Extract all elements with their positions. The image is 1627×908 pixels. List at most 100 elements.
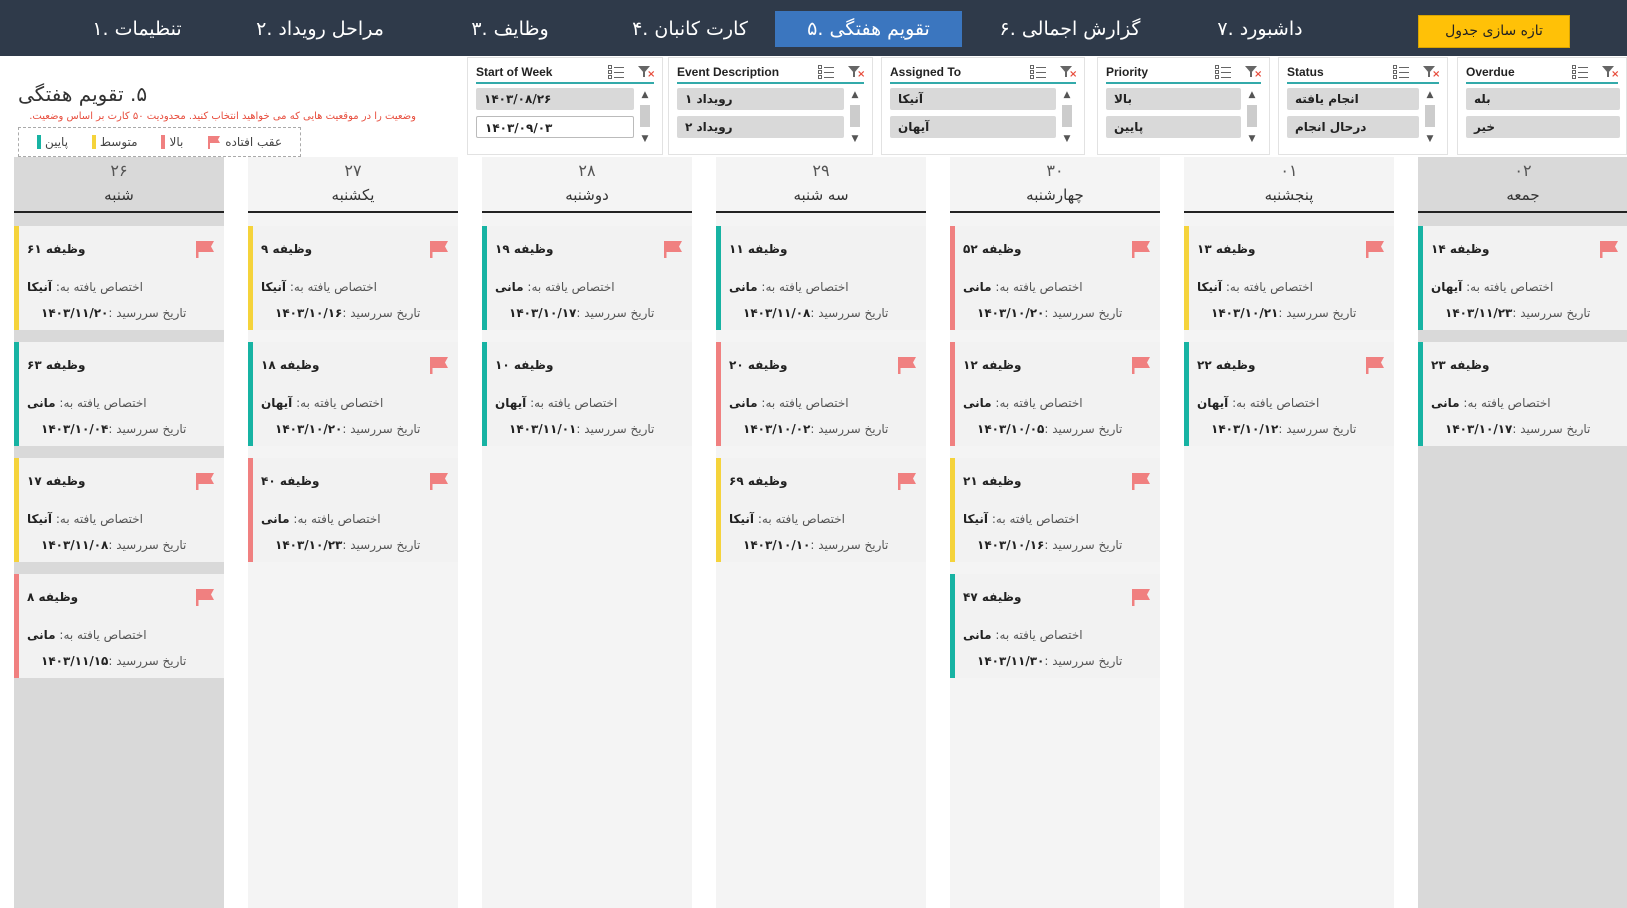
slicer-scrollbar[interactable]: ▲ ▼ [1245, 88, 1259, 146]
multi-select-icon[interactable] [1215, 65, 1231, 79]
assigned-to: اختصاص یافته به: آنیکا [1197, 280, 1313, 294]
task-title: وظیفه ۶۳ [27, 358, 86, 372]
slicer-item[interactable]: ۱۴۰۳/۰۹/۰۳ [476, 116, 634, 138]
day-column: ۲۹ سه شنبه وظیفه ۱۱ اختصاص یافته به: مانی تا… [716, 157, 926, 908]
assigned-to: اختصاص یافته به: آنیکا [261, 280, 377, 294]
task-card[interactable]: وظیفه ۱۸ اختصاص یافته به: آیهان تاریخ سررس… [248, 342, 458, 446]
scroll-thumb[interactable] [1062, 105, 1072, 127]
scroll-down-icon[interactable]: ▼ [1423, 132, 1437, 146]
task-title: وظیفه ۱۱ [729, 242, 788, 256]
scroll-thumb[interactable] [1247, 105, 1257, 127]
tab-weekly-calendar[interactable]: ۵. تقویم هفتگی [775, 11, 962, 47]
task-card[interactable]: وظیفه ۱۰ اختصاص یافته به: آیهان تاریخ سررس… [482, 342, 692, 446]
slicer-scrollbar[interactable]: ▲ ▼ [638, 88, 652, 146]
task-card[interactable]: وظیفه ۱۲ اختصاص یافته به: مانی تاریخ سررسی… [950, 342, 1160, 446]
slicer-scrollbar[interactable]: ▲ ▼ [1060, 88, 1074, 146]
due-label: تاریخ سررسید : [108, 654, 187, 668]
due-label: تاریخ سررسید : [1512, 306, 1591, 320]
assigned-label: اختصاص یافته به: [995, 628, 1083, 642]
slicer-item[interactable]: خیر [1466, 116, 1620, 138]
tab-kanban-card[interactable]: ۴. کارت کانبان [610, 11, 770, 47]
task-card[interactable]: وظیفه ۶۹ اختصاص یافته به: آنیکا تاریخ سررس… [716, 458, 926, 562]
task-card[interactable]: وظیفه ۲۰ اختصاص یافته به: مانی تاریخ سررسی… [716, 342, 926, 446]
tab-settings[interactable]: ۱. تنظیمات [62, 11, 212, 47]
legend-low: پایین [36, 135, 68, 149]
due-label: تاریخ سررسید : [342, 422, 421, 436]
flag-icon [662, 238, 684, 260]
slicer-header: Status × [1287, 62, 1440, 84]
slicer-item[interactable]: انجام یافته [1287, 88, 1419, 110]
slicer-scrollbar[interactable]: ▲ ▼ [1423, 88, 1437, 146]
task-card[interactable]: وظیفه ۱۱ اختصاص یافته به: مانی تاریخ سررسی… [716, 226, 926, 330]
slicer-item[interactable]: آیهان [890, 116, 1056, 138]
task-card[interactable]: وظیفه ۴۰ اختصاص یافته به: مانی تاریخ سررسی… [248, 458, 458, 562]
task-card[interactable]: وظیفه ۸ اختصاص یافته به: مانی تاریخ سررسید… [14, 574, 224, 678]
tab-dashboard[interactable]: ۷. داشبورد [1190, 11, 1330, 47]
task-card[interactable]: وظیفه ۱۹ اختصاص یافته به: مانی تاریخ سررسی… [482, 226, 692, 330]
slicer-priority: Priority × بالا پایین ▲ ▼ [1097, 57, 1270, 155]
multi-select-icon[interactable] [608, 65, 624, 79]
task-card[interactable]: وظیفه ۲۳ اختصاص یافته به: مانی تاریخ سررسی… [1418, 342, 1627, 446]
slicer-item[interactable]: ۱۴۰۳/۰۸/۲۶ [476, 88, 634, 110]
scroll-down-icon[interactable]: ▼ [1060, 132, 1074, 146]
task-card[interactable]: وظیفه ۶۱ اختصاص یافته به: آنیکا تاریخ سررس… [14, 226, 224, 330]
assigned-to: اختصاص یافته به: مانی [27, 628, 147, 642]
slicer-item[interactable]: رویداد ۱ [677, 88, 844, 110]
slicer-item[interactable]: پایین [1106, 116, 1241, 138]
task-card[interactable]: وظیفه ۲۱ اختصاص یافته به: آنیکا تاریخ سررس… [950, 458, 1160, 562]
task-card[interactable]: وظیفه ۴۷ اختصاص یافته به: مانی تاریخ سررسی… [950, 574, 1160, 678]
due-date: تاریخ سررسید :۱۴۰۳/۱۰/۲۰ [963, 306, 1122, 320]
slicer-item[interactable]: بالا [1106, 88, 1241, 110]
slicer-header: Assigned To × [890, 62, 1077, 84]
scroll-down-icon[interactable]: ▼ [848, 132, 862, 146]
priority-legend: عقب افتاده بالا متوسط پایین [18, 127, 301, 157]
flag-icon [1364, 354, 1386, 376]
clear-filter-icon[interactable]: × [1245, 65, 1262, 80]
slicer-item-label: انجام یافته [1295, 92, 1359, 106]
refresh-table-button[interactable]: تازه سازی جدول [1418, 15, 1570, 48]
scroll-thumb[interactable] [850, 105, 860, 127]
slicer-item[interactable]: رویداد ۲ [677, 116, 844, 138]
clear-filter-icon[interactable]: × [848, 65, 865, 80]
scroll-thumb[interactable] [1425, 105, 1435, 127]
scroll-up-icon[interactable]: ▲ [1245, 88, 1259, 102]
task-card[interactable]: وظیفه ۶۳ اختصاص یافته به: مانی تاریخ سررسی… [14, 342, 224, 446]
scroll-down-icon[interactable]: ▼ [638, 132, 652, 146]
task-card[interactable]: وظیفه ۲۲ اختصاص یافته به: آیهان تاریخ سررس… [1184, 342, 1394, 446]
scroll-up-icon[interactable]: ▲ [1060, 88, 1074, 102]
task-card[interactable]: وظیفه ۱۳ اختصاص یافته به: آنیکا تاریخ سررس… [1184, 226, 1394, 330]
scroll-thumb[interactable] [640, 105, 650, 127]
scroll-up-icon[interactable]: ▲ [1423, 88, 1437, 102]
legend-label: متوسط [99, 135, 138, 149]
multi-select-icon[interactable] [1030, 65, 1046, 79]
multi-select-icon[interactable] [1572, 65, 1588, 79]
scroll-up-icon[interactable]: ▲ [848, 88, 862, 102]
scroll-down-icon[interactable]: ▼ [1245, 132, 1259, 146]
clear-filter-icon[interactable]: × [1602, 65, 1619, 80]
slicer-item[interactable]: درحال انجام [1287, 116, 1419, 138]
task-card[interactable]: وظیفه ۱۷ اختصاص یافته به: آنیکا تاریخ سررس… [14, 458, 224, 562]
clear-filter-icon[interactable]: × [1423, 65, 1440, 80]
task-card[interactable]: وظیفه ۹ اختصاص یافته به: آنیکا تاریخ سررسی… [248, 226, 458, 330]
assignee-name: مانی [729, 280, 758, 294]
day-column: ۰۲ جمعه وظیفه ۱۴ اختصاص یافته به: آیهان تاری… [1418, 157, 1627, 908]
task-card[interactable]: وظیفه ۱۴ اختصاص یافته به: آیهان تاریخ سررس… [1418, 226, 1627, 330]
due-date: تاریخ سررسید :۱۴۰۳/۱۰/۰۵ [963, 422, 1122, 436]
tab-tasks[interactable]: ۳. وظایف [440, 11, 580, 47]
slicer-item[interactable]: بله [1466, 88, 1620, 110]
slicer-icon-group: × [818, 65, 865, 80]
assigned-label: اختصاص یافته به: [995, 396, 1083, 410]
task-title: وظیفه ۱۸ [261, 358, 320, 372]
task-card[interactable]: وظیفه ۵۲ اختصاص یافته به: مانی تاریخ سررسی… [950, 226, 1160, 330]
clear-filter-icon[interactable]: × [1060, 65, 1077, 80]
task-title: وظیفه ۱۷ [27, 474, 86, 488]
slicer-item[interactable]: آنیکا [890, 88, 1056, 110]
task-title: وظیفه ۶۱ [27, 242, 86, 256]
scroll-up-icon[interactable]: ▲ [638, 88, 652, 102]
slicer-scrollbar[interactable]: ▲ ▼ [848, 88, 862, 146]
clear-filter-icon[interactable]: × [638, 65, 655, 80]
tab-summary-report[interactable]: ۶. گزارش اجمالی [980, 11, 1160, 47]
multi-select-icon[interactable] [1393, 65, 1409, 79]
multi-select-icon[interactable] [818, 65, 834, 79]
tab-event-stages[interactable]: ۲. مراحل رویداد [230, 11, 410, 47]
